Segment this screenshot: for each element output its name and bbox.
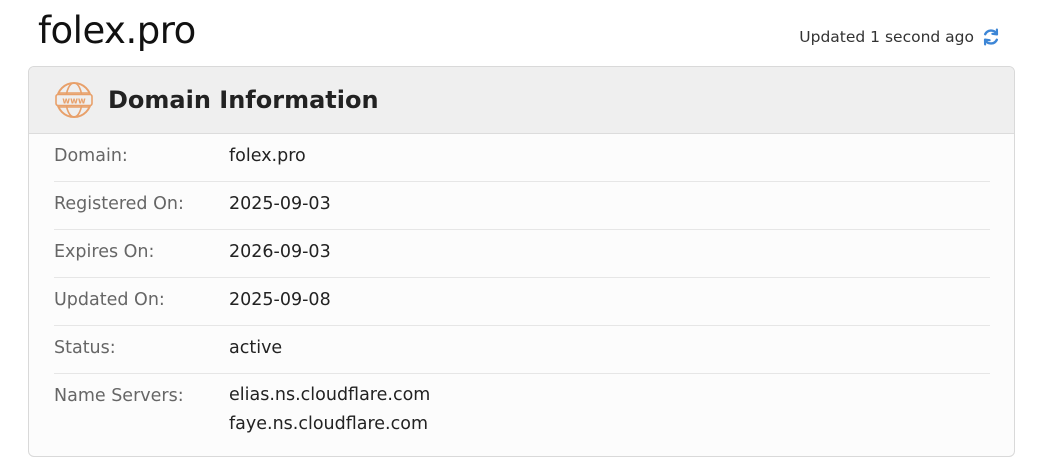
updated-status: Updated 1 second ago — [799, 27, 1001, 47]
info-row-registered-on: Registered On: 2025-09-03 — [54, 182, 990, 230]
domain-info-card: www Domain Information Domain: folex.pro… — [28, 66, 1015, 457]
name-server-item: elias.ns.cloudflare.com — [229, 385, 431, 405]
refresh-icon[interactable] — [981, 27, 1001, 47]
card-header: www Domain Information — [29, 67, 1014, 134]
row-value: 2025-09-08 — [229, 290, 331, 310]
row-value: folex.pro — [229, 146, 306, 166]
row-label: Expires On: — [54, 242, 155, 262]
info-row-name-servers: Name Servers: elias.ns.cloudflare.com fa… — [54, 374, 990, 439]
card-title: Domain Information — [108, 86, 379, 114]
info-row-domain: Domain: folex.pro — [54, 134, 990, 182]
row-value: 2026-09-03 — [229, 242, 331, 262]
row-label: Status: — [54, 338, 116, 358]
updated-text: Updated 1 second ago — [799, 28, 974, 46]
row-label: Domain: — [54, 146, 128, 166]
info-table: Domain: folex.pro Registered On: 2025-09… — [29, 134, 1014, 439]
row-label: Name Servers: — [54, 386, 184, 406]
status-value: active — [229, 338, 283, 358]
page: folex.pro Updated 1 second ago www Domai… — [0, 0, 1045, 460]
page-title: folex.pro — [38, 9, 196, 52]
row-label: Registered On: — [54, 194, 184, 214]
row-label: Updated On: — [54, 290, 165, 310]
www-globe-icon: www — [55, 81, 93, 119]
name-server-list: elias.ns.cloudflare.com faye.ns.cloudfla… — [229, 381, 430, 439]
info-row-updated-on: Updated On: 2025-09-08 — [54, 278, 990, 326]
info-row-status: Status: active — [54, 326, 990, 374]
info-row-expires-on: Expires On: 2026-09-03 — [54, 230, 990, 278]
svg-text:www: www — [62, 96, 86, 106]
name-server-item: faye.ns.cloudflare.com — [229, 414, 428, 434]
row-value: 2025-09-03 — [229, 194, 331, 214]
